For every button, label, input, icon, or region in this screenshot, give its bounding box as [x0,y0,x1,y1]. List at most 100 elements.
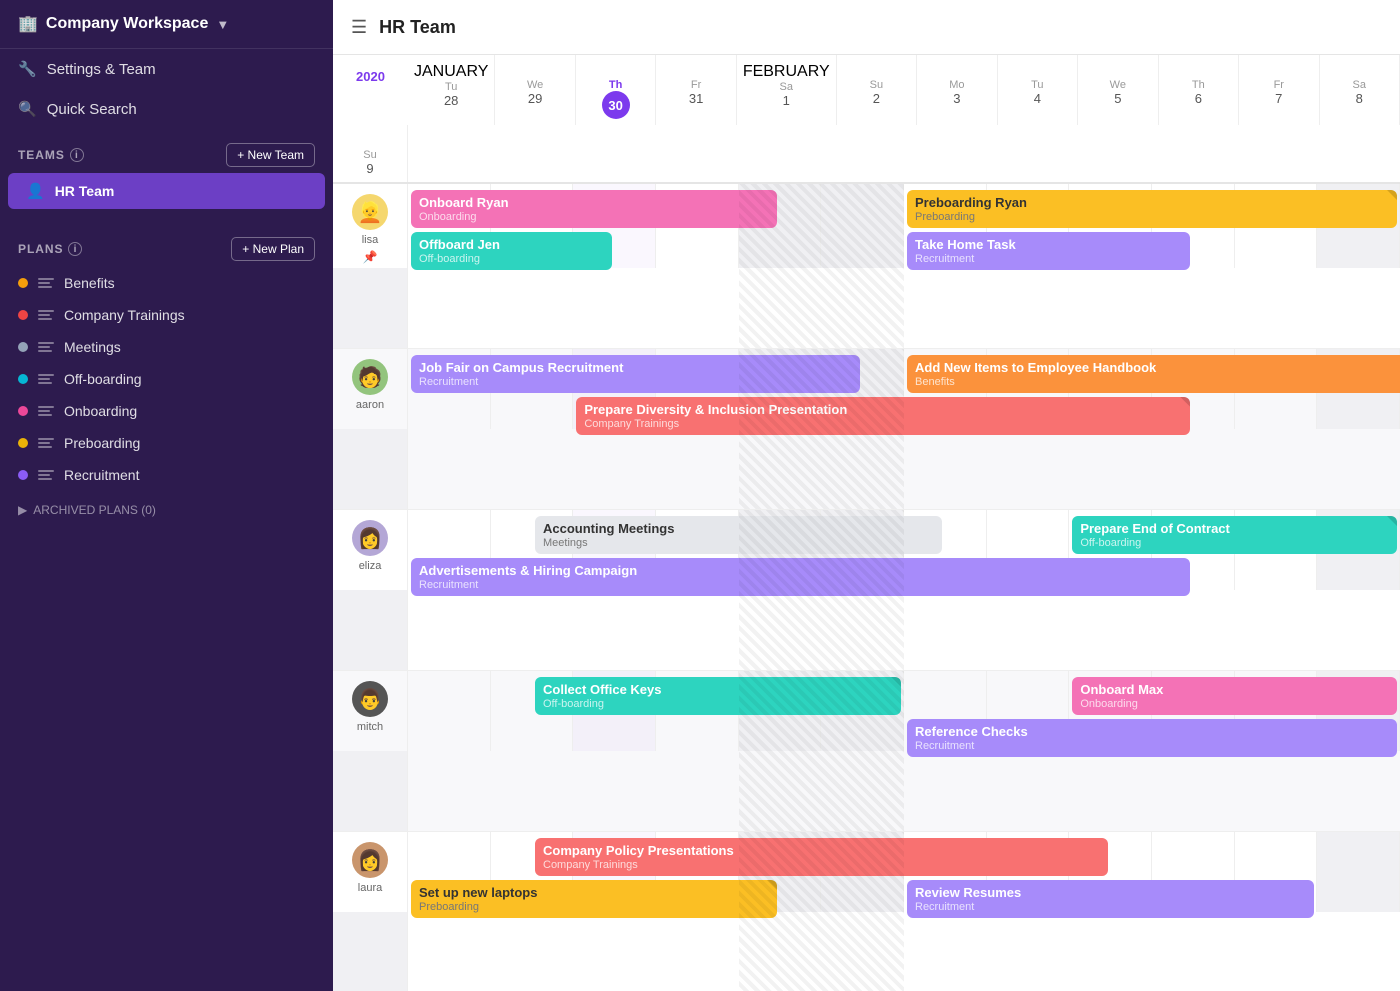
task-title: Preboarding Ryan [915,195,1389,212]
day-cell-0-5 [821,184,904,268]
plan-item-recruitment[interactable]: Recruitment [0,459,333,491]
day-name: Sa [1326,79,1393,91]
plan-item-company-trainings[interactable]: Company Trainings [0,299,333,331]
hamburger-icon[interactable]: ☰ [351,17,367,38]
task-bar-1-1[interactable]: Prepare Diversity & Inclusion Presentati… [576,397,1190,435]
task-subtitle: Off-boarding [543,698,893,710]
new-plan-button[interactable]: + New Plan [231,237,315,261]
cal-row-1: 🧑 aaron Job Fair on Campus Recruitment R… [333,349,1400,510]
task-bar-3-1[interactable]: Onboard Max Onboarding [1072,677,1397,715]
task-bar-2-0[interactable]: Accounting Meetings Meetings [535,516,942,554]
task-subtitle: Off-boarding [1080,537,1389,549]
day-cell-0-12 [333,268,408,348]
settings-team-item[interactable]: 🔧 Settings & Team [0,49,333,89]
plans-section-title: PLANS i [18,242,82,256]
task-bar-4-0[interactable]: Company Policy Presentations Company Tra… [535,838,1108,876]
day-name: Mo [923,79,990,91]
task-title: Job Fair on Campus Recruitment [419,360,852,377]
day-name: Fr [1245,79,1312,91]
task-subtitle: Company Trainings [543,859,1100,871]
workspace-header[interactable]: 🏢 Company Workspace ▼ [0,0,333,49]
plan-dot [18,438,28,448]
task-title: Accounting Meetings [543,521,934,538]
avatar: 👩 [352,520,388,556]
day-name: Th [582,79,649,91]
plan-dot [18,342,28,352]
task-bar-2-2[interactable]: Advertisements & Hiring Campaign Recruit… [411,558,1190,596]
day-name: Tu [414,81,488,93]
plan-item-off-boarding[interactable]: Off-boarding [0,363,333,395]
task-subtitle: Preboarding [419,901,769,913]
plan-item-onboarding[interactable]: Onboarding [0,395,333,427]
task-subtitle: Benefits [915,376,1400,388]
day-name: Su [339,149,401,161]
month-label: JANUARY [414,63,488,81]
cal-header-col-3: Fr31 [656,55,736,125]
quick-search-item[interactable]: 🔍 Quick Search [0,89,333,129]
task-bar-0-3[interactable]: Take Home Task Recruitment [907,232,1190,270]
archived-chevron-icon: ▶ [18,503,27,517]
plan-dot [18,278,28,288]
task-bar-1-2[interactable]: Add New Items to Employee Handbook Benef… [907,355,1400,393]
task-bar-2-1[interactable]: Prepare End of Contract Off-boarding [1072,516,1397,554]
task-subtitle: Onboarding [419,211,769,223]
plans-section-header: PLANS i + New Plan [0,223,333,267]
task-bar-3-2[interactable]: Reference Checks Recruitment [907,719,1397,757]
new-team-button[interactable]: + New Team [226,143,315,167]
calendar-header: 2020JANUARYTu28We29Th30Fr31FEBRUARYSa1Su… [333,55,1400,184]
day-cell-3-0 [408,671,491,751]
workspace-icon: 🏢 [18,14,38,34]
plan-item-meetings[interactable]: Meetings [0,331,333,363]
teams-info-icon[interactable]: i [70,148,84,162]
task-subtitle: Recruitment [915,740,1389,752]
cal-header-col-9: Th6 [1159,55,1239,125]
plan-lines-icon [38,406,54,416]
archived-label: ARCHIVED PLANS (0) [33,503,156,517]
calendar-body: 👱 lisa 📌 Onboard Ryan Onboarding Offboar… [333,184,1400,991]
task-subtitle: Recruitment [915,901,1306,913]
plans-info-icon[interactable]: i [68,242,82,256]
task-subtitle: Preboarding [915,211,1389,223]
team-hr-item[interactable]: 👤 HR Team [8,173,325,209]
plan-item-preboarding[interactable]: Preboarding [0,427,333,459]
cal-header-col-7: Tu4 [998,55,1078,125]
day-number: 7 [1245,91,1312,106]
person-name: eliza [359,560,382,572]
task-bar-4-2[interactable]: Review Resumes Recruitment [907,880,1314,918]
task-bar-3-0[interactable]: Collect Office Keys Off-boarding [535,677,901,715]
task-bar-0-0[interactable]: Onboard Ryan Onboarding [411,190,777,228]
cal-header-col-11: Sa8 [1320,55,1400,125]
task-bar-0-2[interactable]: Preboarding Ryan Preboarding [907,190,1397,228]
person-cell-lisa: 👱 lisa 📌 [333,184,408,268]
plan-name: Meetings [64,339,121,355]
task-subtitle: Meetings [543,537,934,549]
cal-header-col-4: FEBRUARYSa1 [737,55,837,125]
task-bar-1-0[interactable]: Job Fair on Campus Recruitment Recruitme… [411,355,860,393]
settings-label: Settings & Team [47,61,156,78]
task-bar-0-1[interactable]: Offboard Jen Off-boarding [411,232,612,270]
cal-header-col-2: Th30 [576,55,656,125]
day-name: Tu [1004,79,1071,91]
day-number: 8 [1326,91,1393,106]
plan-item-benefits[interactable]: Benefits [0,267,333,299]
day-number: 3 [923,91,990,106]
cal-row-4: 👩 laura Company Policy Presentations Com… [333,832,1400,991]
day-name: We [1084,79,1151,91]
day-name: Th [1165,79,1232,91]
pin-icon: 📌 [363,250,378,264]
plan-dot [18,406,28,416]
archived-plans[interactable]: ▶ ARCHIVED PLANS (0) [0,491,333,529]
day-cell-2-12 [333,590,408,670]
day-number: 1 [743,93,830,108]
tasks-overlay-2: Accounting Meetings Meetings Prepare End… [408,510,1400,670]
cal-header-col-10: Fr7 [1239,55,1319,125]
day-number: 2 [843,91,910,106]
task-subtitle: Recruitment [419,376,852,388]
day-number: 28 [414,93,488,108]
day-number: 5 [1084,91,1151,106]
task-title: Company Policy Presentations [543,843,1100,860]
plan-name: Recruitment [64,467,139,483]
task-bar-4-1[interactable]: Set up new laptops Preboarding [411,880,777,918]
calendar[interactable]: 2020JANUARYTu28We29Th30Fr31FEBRUARYSa1Su… [333,55,1400,991]
team-user-icon: 👤 [26,182,45,200]
